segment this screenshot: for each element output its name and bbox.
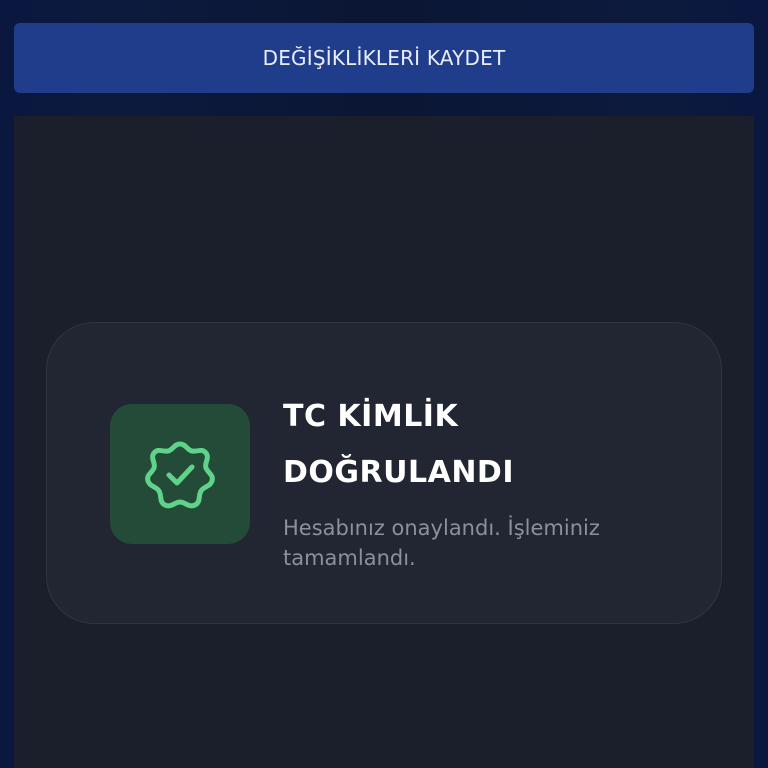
verification-subtitle: Hesabınız onaylandı. İşleminiz tamamland… xyxy=(283,516,600,570)
verification-card: TC KİMLİK DOĞRULANDI Hesabınız onaylandı… xyxy=(46,322,722,624)
save-changes-button[interactable]: DEĞİŞİKLİKLERİ KAYDET xyxy=(14,23,754,93)
verification-text: TC KİMLİK DOĞRULANDI Hesabınız onaylandı… xyxy=(283,389,683,573)
verified-icon-tile xyxy=(110,404,250,544)
verified-badge-icon xyxy=(145,441,215,509)
content-panel: TC KİMLİK DOĞRULANDI Hesabınız onaylandı… xyxy=(14,116,754,768)
verification-title: TC KİMLİK DOĞRULANDI xyxy=(283,399,514,490)
